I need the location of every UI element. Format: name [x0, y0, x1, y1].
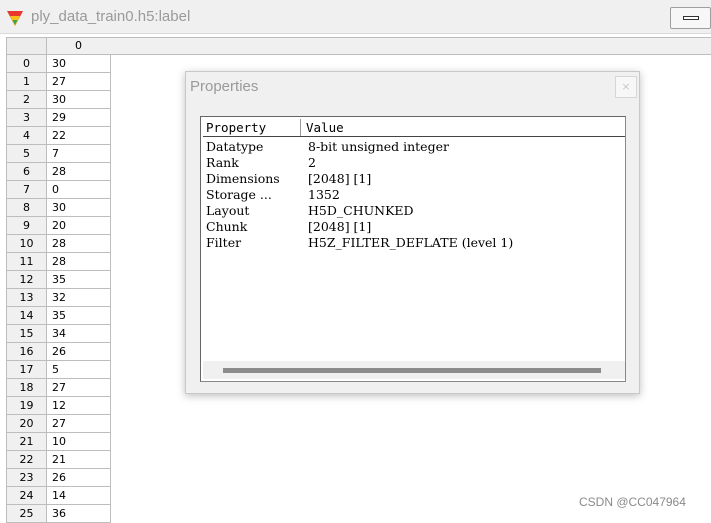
properties-header: Property Value	[203, 119, 625, 137]
property-value: 2	[308, 155, 316, 170]
cell-value[interactable]: 28	[46, 162, 111, 181]
cell-value[interactable]: 22	[46, 126, 111, 145]
row-index[interactable]: 23	[6, 468, 47, 487]
property-key: Storage ...	[206, 187, 272, 202]
row-index[interactable]: 3	[6, 108, 47, 127]
row-index[interactable]: 19	[6, 396, 47, 415]
row-index[interactable]: 18	[6, 378, 47, 397]
watermark: CSDN @CC047964	[579, 495, 686, 509]
property-key: Filter	[206, 235, 242, 250]
property-key: Dimensions	[206, 171, 280, 186]
property-key: Datatype	[206, 139, 264, 154]
dialog-title: Properties	[190, 78, 259, 95]
row-index[interactable]: 11	[6, 252, 47, 271]
row-index[interactable]: 20	[6, 414, 47, 433]
cell-value[interactable]: 34	[46, 324, 111, 343]
close-button[interactable]: ×	[615, 76, 637, 98]
dialog-body: Property Value Datatype 8-bit unsigned in…	[186, 103, 639, 393]
row-index[interactable]: 22	[6, 450, 47, 469]
property-key: Chunk	[206, 219, 248, 234]
property-value: 1352	[308, 187, 340, 202]
app-icon	[7, 11, 23, 26]
row-index[interactable]: 7	[6, 180, 47, 199]
column-header[interactable]: 0	[46, 37, 111, 55]
property-key: Layout	[206, 203, 250, 218]
cell-value[interactable]: 28	[46, 234, 111, 253]
cell-value[interactable]: 27	[46, 72, 111, 91]
row-index[interactable]: 5	[6, 144, 47, 163]
cell-value[interactable]: 20	[46, 216, 111, 235]
cell-value[interactable]: 30	[46, 54, 111, 73]
cell-value[interactable]: 0	[46, 180, 111, 199]
title-bar: ply_data_train0.h5:label	[0, 0, 711, 34]
header-filler	[110, 37, 711, 55]
cell-value[interactable]: 27	[46, 414, 111, 433]
row-index[interactable]: 17	[6, 360, 47, 379]
row-index[interactable]: 4	[6, 126, 47, 145]
cell-value[interactable]: 10	[46, 432, 111, 451]
cell-value[interactable]: 36	[46, 504, 111, 523]
property-column-header[interactable]: Property	[203, 119, 301, 136]
property-value: 8-bit unsigned integer	[308, 139, 449, 154]
window-title: ply_data_train0.h5:label	[31, 8, 191, 25]
row-index[interactable]: 14	[6, 306, 47, 325]
properties-dialog: Properties × Property Value Datatype 8-bi…	[185, 71, 640, 394]
cell-value[interactable]: 26	[46, 468, 111, 487]
row-index[interactable]: 1	[6, 72, 47, 91]
scrollbar-thumb[interactable]	[223, 368, 601, 373]
row-index[interactable]: 25	[6, 504, 47, 523]
property-key: Rank	[206, 155, 239, 170]
row-index[interactable]: 9	[6, 216, 47, 235]
row-index[interactable]: 21	[6, 432, 47, 451]
cell-value[interactable]: 5	[46, 360, 111, 379]
cell-value[interactable]: 32	[46, 288, 111, 307]
property-value: H5D_CHUNKED	[308, 203, 414, 218]
row-index[interactable]: 6	[6, 162, 47, 181]
property-value: H5Z_FILTER_DEFLATE (level 1)	[308, 235, 514, 250]
cell-value[interactable]: 30	[46, 90, 111, 109]
cell-value[interactable]: 28	[46, 252, 111, 271]
table-corner	[6, 37, 47, 55]
horizontal-scrollbar[interactable]	[203, 361, 625, 379]
row-index[interactable]: 24	[6, 486, 47, 505]
cell-value[interactable]: 7	[46, 144, 111, 163]
minimize-icon	[683, 16, 699, 20]
row-index[interactable]: 12	[6, 270, 47, 289]
cell-value[interactable]: 29	[46, 108, 111, 127]
cell-value[interactable]: 30	[46, 198, 111, 217]
row-index[interactable]: 2	[6, 90, 47, 109]
row-index[interactable]: 16	[6, 342, 47, 361]
cell-value[interactable]: 27	[46, 378, 111, 397]
row-index[interactable]: 10	[6, 234, 47, 253]
property-value: [2048] [1]	[308, 219, 372, 234]
minimize-button[interactable]	[670, 7, 711, 29]
row-index[interactable]: 8	[6, 198, 47, 217]
cell-value[interactable]: 26	[46, 342, 111, 361]
row-index[interactable]: 0	[6, 54, 47, 73]
property-value: [2048] [1]	[308, 171, 372, 186]
row-index[interactable]: 15	[6, 324, 47, 343]
row-index[interactable]: 13	[6, 288, 47, 307]
cell-value[interactable]: 14	[46, 486, 111, 505]
cell-value[interactable]: 35	[46, 306, 111, 325]
properties-table: Property Value Datatype 8-bit unsigned in…	[200, 116, 626, 382]
value-column-header[interactable]: Value	[306, 119, 344, 137]
cell-value[interactable]: 12	[46, 396, 111, 415]
cell-value[interactable]: 35	[46, 270, 111, 289]
close-icon: ×	[621, 80, 631, 93]
cell-value[interactable]: 21	[46, 450, 111, 469]
